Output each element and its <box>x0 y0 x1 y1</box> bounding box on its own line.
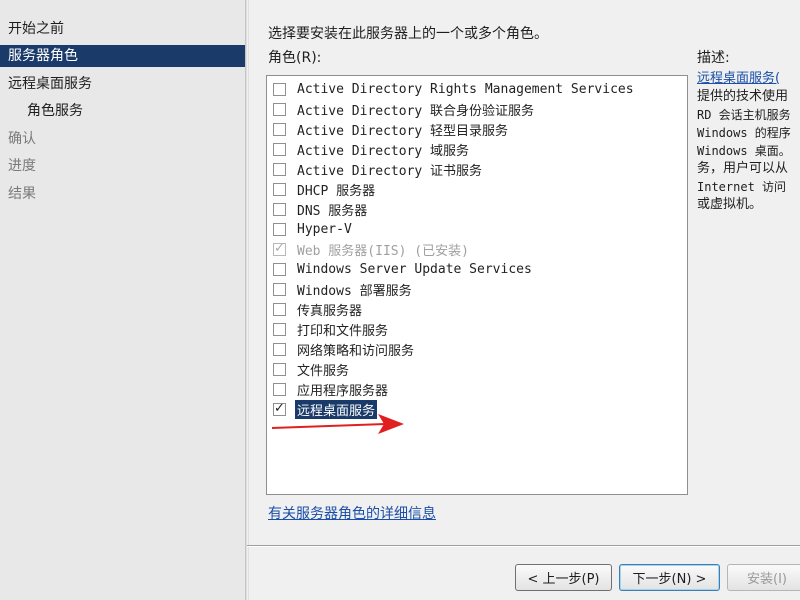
step-remote-desktop-services[interactable]: 远程桌面服务 <box>0 73 245 95</box>
description-link[interactable]: 远程桌面服务( <box>697 70 800 88</box>
role-item[interactable]: Hyper-V <box>273 219 352 239</box>
role-label: DHCP 服务器 <box>297 183 376 199</box>
role-checkbox[interactable] <box>273 202 286 216</box>
role-label: 网络策略和访问服务 <box>297 343 415 359</box>
role-checkbox[interactable] <box>273 222 286 236</box>
step-results: 结果 <box>8 186 36 202</box>
step-confirmation: 确认 <box>8 131 36 147</box>
role-item[interactable]: DNS 服务器 <box>273 199 367 219</box>
role-label: Active Directory 联合身份验证服务 <box>297 103 535 119</box>
role-label: 打印和文件服务 <box>297 323 389 339</box>
previous-button[interactable]: < 上一步(P) <box>515 564 612 591</box>
description-line: Internet 访问 <box>697 180 787 194</box>
roles-label: 角色(R): <box>268 50 322 66</box>
role-item[interactable]: Active Directory 域服务 <box>273 139 469 159</box>
role-item[interactable]: Windows Server Update Services <box>273 259 532 279</box>
role-label: Windows 部署服务 <box>297 283 412 299</box>
role-label: 远程桌面服务 <box>295 399 378 419</box>
role-item[interactable]: 传真服务器 <box>273 299 362 319</box>
role-label: Hyper-V <box>297 221 352 237</box>
step-progress: 进度 <box>8 158 36 174</box>
role-item[interactable]: Windows 部署服务 <box>273 279 412 299</box>
role-checkbox[interactable] <box>273 401 286 417</box>
role-checkbox[interactable] <box>273 302 286 316</box>
instruction-text: 选择要安装在此服务器上的一个或多个角色。 <box>268 26 548 42</box>
role-checkbox <box>273 241 286 257</box>
role-checkbox[interactable] <box>273 342 286 356</box>
description-line: Windows 桌面。 <box>697 144 791 158</box>
description-line: RD 会话主机服务 <box>697 108 791 122</box>
more-info-link[interactable]: 有关服务器角色的详细信息 <box>268 503 436 523</box>
next-button[interactable]: 下一步(N) > <box>619 564 720 591</box>
role-item[interactable]: 远程桌面服务 <box>273 399 378 419</box>
role-label: Active Directory Rights Management Servi… <box>297 81 634 97</box>
role-checkbox[interactable] <box>273 182 286 196</box>
role-label: DNS 服务器 <box>297 203 368 219</box>
role-item: Web 服务器(IIS) (已安装) <box>273 239 469 259</box>
role-item[interactable]: Active Directory 联合身份验证服务 <box>273 99 534 119</box>
role-label: Active Directory 域服务 <box>297 143 470 159</box>
role-item[interactable]: 网络策略和访问服务 <box>273 339 414 359</box>
role-checkbox[interactable] <box>273 282 286 296</box>
footer-separator <box>247 545 800 547</box>
install-button: 安装(I) <box>727 564 800 591</box>
role-item[interactable]: Active Directory Rights Management Servi… <box>273 79 634 99</box>
role-checkbox[interactable] <box>273 262 286 276</box>
description-line: 或虚拟机。 <box>697 197 763 212</box>
role-label: Web 服务器(IIS) (已安装) <box>297 243 469 259</box>
role-checkbox[interactable] <box>273 122 286 136</box>
role-checkbox[interactable] <box>273 362 286 376</box>
role-item[interactable]: 打印和文件服务 <box>273 319 388 339</box>
description-line: 务，用户可以从 <box>697 161 789 176</box>
step-server-roles[interactable]: 服务器角色 <box>0 45 245 67</box>
wizard-step-sidebar: 开始之前 服务器角色 远程桌面服务 角色服务 确认 进度 结果 <box>0 0 245 600</box>
role-item[interactable]: DHCP 服务器 <box>273 179 375 199</box>
role-label: 传真服务器 <box>297 303 363 319</box>
sidebar-divider <box>245 0 249 600</box>
role-checkbox[interactable] <box>273 142 286 156</box>
role-item[interactable]: 应用程序服务器 <box>273 379 388 399</box>
role-label: Active Directory 证书服务 <box>297 163 483 179</box>
role-checkbox[interactable] <box>273 102 286 116</box>
role-label: 应用程序服务器 <box>297 383 389 399</box>
roles-checklist[interactable]: Active Directory Rights Management Servi… <box>266 75 688 495</box>
role-checkbox[interactable] <box>273 322 286 336</box>
description-text: 远程桌面服务( 提供的技术使用 RD 会话主机服务 Windows 的程序 Wi… <box>697 70 800 214</box>
role-label: 文件服务 <box>297 363 350 379</box>
role-label: Windows Server Update Services <box>297 261 532 277</box>
description-label: 描述: <box>697 50 730 66</box>
role-checkbox[interactable] <box>273 382 286 396</box>
description-line: Windows 的程序 <box>697 126 791 140</box>
role-label: Active Directory 轻型目录服务 <box>297 123 509 139</box>
role-item[interactable]: Active Directory 证书服务 <box>273 159 482 179</box>
step-role-services[interactable]: 角色服务 <box>0 100 245 122</box>
role-checkbox[interactable] <box>273 162 286 176</box>
description-line: 提供的技术使用 <box>697 89 789 104</box>
step-before-you-begin[interactable]: 开始之前 <box>0 18 245 40</box>
role-item[interactable]: 文件服务 <box>273 359 349 379</box>
role-item[interactable]: Active Directory 轻型目录服务 <box>273 119 508 139</box>
role-checkbox[interactable] <box>273 82 286 96</box>
